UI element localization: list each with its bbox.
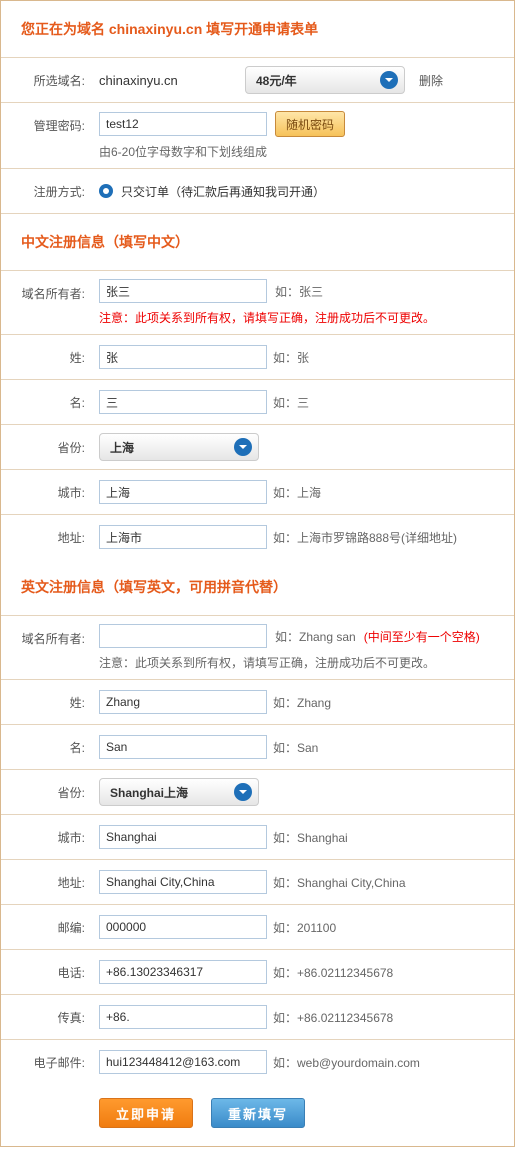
form-row: 名: 如：三 [1, 380, 514, 425]
text-input[interactable] [99, 690, 267, 714]
form-row: 省份: 上海 [1, 425, 514, 470]
label-domain: 所选域名: [1, 58, 93, 102]
text-input[interactable] [99, 960, 267, 984]
text-input[interactable] [99, 525, 267, 549]
form-row: 电话: 如：+86.02112345678 [1, 950, 514, 995]
hint-text: 如：web@yourdomain.com [273, 1054, 420, 1071]
province-select[interactable]: Shanghai上海 [99, 778, 259, 806]
row-reg-method: 注册方式: 只交订单（待汇款后再通知我司开通） [1, 169, 514, 214]
hint-text: 如：张三 [275, 283, 323, 300]
password-note: 由6-20位字母数字和下划线组成 [99, 143, 502, 160]
hint-text: 如：三 [273, 394, 309, 411]
text-input[interactable] [99, 624, 267, 648]
select-value: Shanghai上海 [110, 784, 188, 801]
text-input[interactable] [99, 345, 267, 369]
form-row: 省份: Shanghai上海 [1, 770, 514, 815]
form-row: 电子邮件: 如：web@yourdomain.com [1, 1040, 514, 1084]
hint-text: 如：+86.02112345678 [273, 964, 393, 981]
field-label: 名: [1, 380, 93, 424]
field-label: 城市: [1, 470, 93, 514]
reg-method-radio[interactable]: 只交订单（待汇款后再通知我司开通） [99, 183, 325, 200]
field-label: 地址: [1, 515, 93, 559]
hint-text: 如：+86.02112345678 [273, 1009, 393, 1026]
random-password-button[interactable]: 随机密码 [275, 111, 345, 137]
label-password: 管理密码: [1, 103, 93, 147]
hint-text: 如：San [273, 739, 318, 756]
field-label: 姓: [1, 680, 93, 724]
submit-button[interactable]: 立即申请 [99, 1098, 193, 1128]
form-row: 域名所有者: 如：Zhang san (中间至少有一个空格) 注意：此项关系到所有权… [1, 616, 514, 680]
field-label: 邮编: [1, 905, 93, 949]
form-row: 姓: 如：张 [1, 335, 514, 380]
text-input[interactable] [99, 915, 267, 939]
form-row: 城市: 如：上海 [1, 470, 514, 515]
text-input[interactable] [99, 1050, 267, 1074]
form-row: 地址: 如：Shanghai City,China [1, 860, 514, 905]
form-container: 您正在为域名 chinaxinyu.cn 填写开通申请表单 所选域名: chin… [0, 0, 515, 1147]
text-input[interactable] [99, 870, 267, 894]
text-input[interactable] [99, 825, 267, 849]
hint-text: 如：上海 [273, 484, 321, 501]
field-label: 域名所有者: [1, 616, 93, 660]
select-value: 上海 [110, 439, 134, 456]
en-section-title: 英文注册信息（填写英文，可用拼音代替） [1, 559, 514, 616]
field-label: 电话: [1, 950, 93, 994]
field-label: 域名所有者: [1, 271, 93, 315]
field-note: 注意：此项关系到所有权，请填写正确，注册成功后不可更改。 [99, 309, 502, 326]
hint-text: 如：张 [273, 349, 309, 366]
form-row: 地址: 如：上海市罗锦路888号(详细地址) [1, 515, 514, 559]
hint-text: 如：Zhang [273, 694, 331, 711]
province-select[interactable]: 上海 [99, 433, 259, 461]
field-note: 注意：此项关系到所有权，请填写正确，注册成功后不可更改。 [99, 654, 502, 671]
page-title: 您正在为域名 chinaxinyu.cn 填写开通申请表单 [1, 1, 514, 58]
password-input[interactable] [99, 112, 267, 136]
hint-text: 如：201100 [273, 919, 336, 936]
field-label: 省份: [1, 770, 93, 814]
hint-extra: (中间至少有一个空格) [364, 628, 480, 645]
hint-text: 如：Shanghai City,China [273, 874, 406, 891]
field-label: 电子邮件: [1, 1040, 93, 1084]
chevron-down-icon [380, 71, 398, 89]
field-label: 省份: [1, 425, 93, 469]
form-row: 名: 如：San [1, 725, 514, 770]
chevron-down-icon [234, 438, 252, 456]
text-input[interactable] [99, 735, 267, 759]
text-input[interactable] [99, 279, 267, 303]
form-row: 城市: 如：Shanghai [1, 815, 514, 860]
field-label: 城市: [1, 815, 93, 859]
field-label: 姓: [1, 335, 93, 379]
field-label: 传真: [1, 995, 93, 1039]
price-select[interactable]: 48元/年 [245, 66, 405, 94]
hint-text: 如：Shanghai [273, 829, 348, 846]
price-select-value: 48元/年 [256, 72, 297, 89]
text-input[interactable] [99, 480, 267, 504]
text-input[interactable] [99, 390, 267, 414]
actions-row: 立即申请 重新填写 [1, 1084, 514, 1146]
form-row: 邮编: 如：201100 [1, 905, 514, 950]
form-row: 域名所有者: 如：张三注意：此项关系到所有权，请填写正确，注册成功后不可更改。 [1, 271, 514, 335]
cn-section-title: 中文注册信息（填写中文） [1, 214, 514, 271]
row-domain: 所选域名: chinaxinyu.cn 48元/年 删除 [1, 58, 514, 103]
radio-checked-icon [99, 184, 113, 198]
reset-button[interactable]: 重新填写 [211, 1098, 305, 1128]
label-reg-method: 注册方式: [1, 169, 93, 213]
hint-text: 如：Zhang san [275, 628, 356, 645]
field-label: 名: [1, 725, 93, 769]
domain-name-text: chinaxinyu.cn [99, 73, 239, 88]
chevron-down-icon [234, 783, 252, 801]
delete-link[interactable]: 删除 [419, 72, 443, 89]
field-label: 地址: [1, 860, 93, 904]
form-row: 姓: 如：Zhang [1, 680, 514, 725]
text-input[interactable] [99, 1005, 267, 1029]
form-row: 传真: 如：+86.02112345678 [1, 995, 514, 1040]
hint-text: 如：上海市罗锦路888号(详细地址) [273, 529, 457, 546]
row-password: 管理密码: 随机密码 由6-20位字母数字和下划线组成 [1, 103, 514, 169]
reg-method-text: 只交订单（待汇款后再通知我司开通） [121, 183, 325, 200]
